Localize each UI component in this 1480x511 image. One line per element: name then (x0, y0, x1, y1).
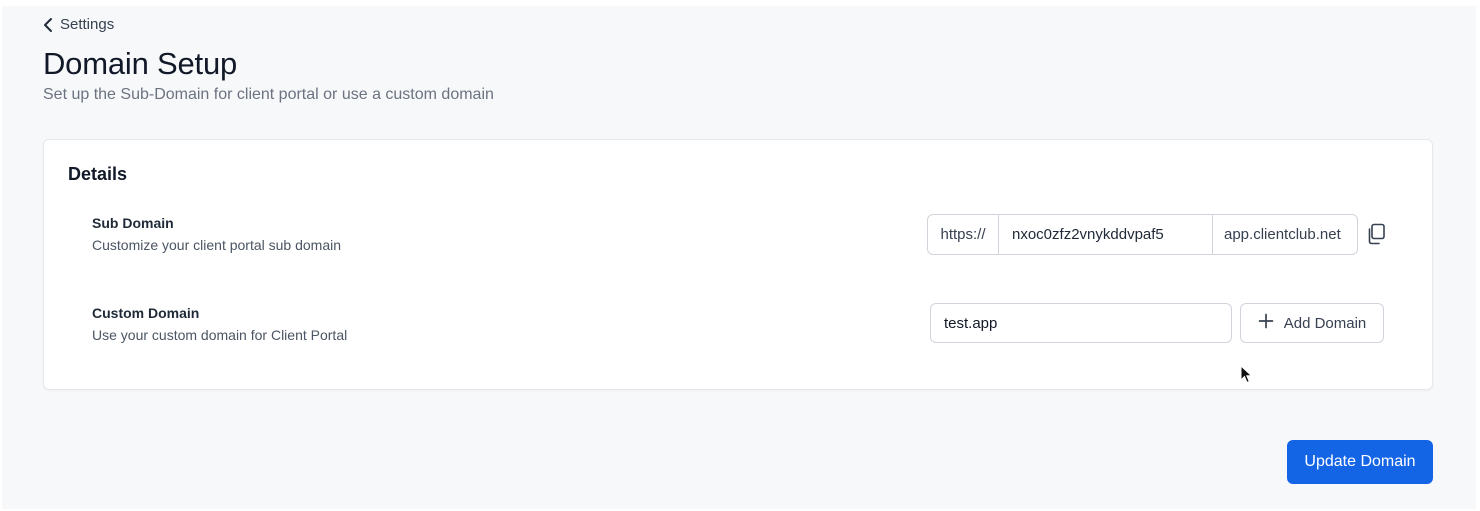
custom-domain-label: Custom Domain (92, 305, 200, 321)
back-to-settings-link[interactable]: Settings (42, 16, 114, 33)
page-title: Domain Setup (43, 46, 238, 81)
sub-domain-description: Customize your client portal sub domain (92, 237, 342, 253)
mouse-cursor-icon (1240, 364, 1254, 390)
sub-domain-label-group: Sub Domain Customize your client portal … (92, 215, 341, 253)
details-card-title: Details (68, 164, 128, 184)
chevron-left-icon (42, 17, 54, 33)
back-link-label: Settings (60, 16, 115, 33)
page-subtitle: Set up the Sub-Domain for client portal … (43, 86, 494, 103)
sub-domain-label: Sub Domain (92, 215, 174, 231)
url-suffix: app.clientclub.net (1224, 226, 1341, 243)
details-card: Details Sub Domain Customize your client… (43, 139, 1433, 390)
custom-domain-input[interactable] (930, 303, 1232, 343)
domain-setup-page: Settings Domain Setup Set up the Sub-Dom… (2, 6, 1476, 509)
url-prefix: https:// (928, 215, 999, 254)
sub-domain-input[interactable]: nxoc0zfz2vnykddvpaf5 (999, 215, 1213, 254)
plus-icon (1258, 313, 1274, 333)
add-domain-button[interactable]: Add Domain (1240, 303, 1384, 343)
sub-domain-url-field: https:// nxoc0zfz2vnykddvpaf5 app.client… (927, 214, 1358, 255)
add-domain-label: Add Domain (1283, 314, 1367, 332)
custom-domain-label-group: Custom Domain Use your custom domain for… (92, 305, 347, 343)
copy-icon[interactable] (1364, 222, 1388, 246)
update-domain-button[interactable]: Update Domain (1287, 440, 1433, 484)
custom-domain-description: Use your custom domain for Client Portal (92, 327, 348, 343)
